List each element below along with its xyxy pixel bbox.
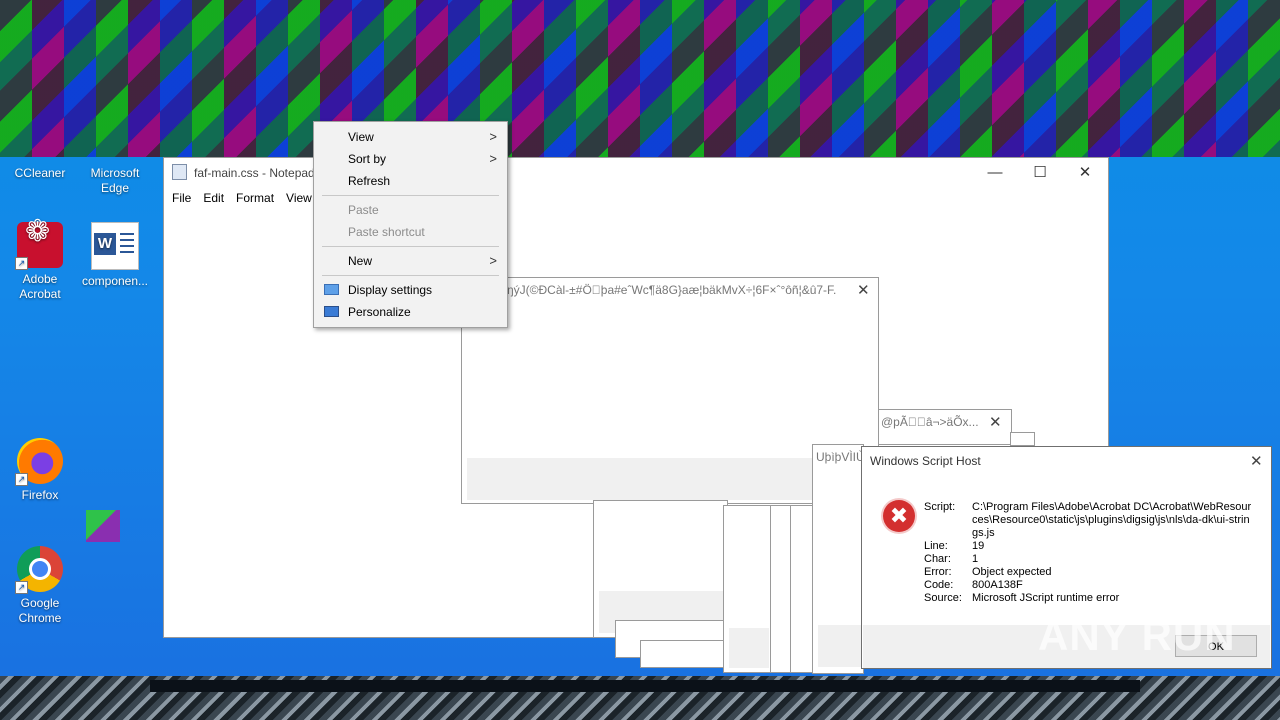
shortcut-arrow-icon: ↗ (15, 257, 28, 270)
error-icon: ✖ (883, 500, 915, 532)
menu-item-display-settings[interactable]: Display settings (314, 279, 507, 301)
google-chrome-icon: ↗ (15, 546, 63, 594)
dialog-title: Windows Script Host (870, 454, 981, 468)
desktop-icon-label: CCleaner (14, 166, 66, 180)
firefox-icon: ↗ (15, 438, 63, 486)
glitched-icon (86, 510, 120, 542)
menu-item-personalize[interactable]: Personalize (314, 301, 507, 323)
error-label: Error: (924, 566, 952, 578)
desktop-context-menu: View > Sort by > Refresh Paste Paste short… (313, 121, 508, 328)
desktop-icon-word-document[interactable]: W componen... (80, 222, 150, 289)
popup-title: @pÃ  â¬>äÕx... (881, 415, 979, 429)
source-label: Source: (924, 592, 962, 604)
line-value: 19 (972, 540, 985, 552)
shortcut-arrow-icon: ↗ (15, 581, 28, 594)
close-button[interactable]: ✕ (1062, 158, 1108, 188)
notepad-icon (172, 164, 187, 180)
desktop-icon-chrome[interactable]: ↗ Google Chrome (5, 546, 75, 626)
menu-item-label: Paste (348, 203, 379, 217)
menu-item-label: Display settings (348, 283, 433, 297)
close-icon[interactable]: ✕ (989, 413, 1002, 431)
char-value: 1 (972, 553, 979, 565)
personalize-icon (324, 306, 339, 317)
desktop-icon-label: Microsoft Edge (90, 166, 140, 195)
desktop-icon-label: componen... (81, 274, 149, 288)
error-details: Script: C:\Program Files\Adobe\Acrobat D… (924, 501, 1254, 605)
error-value: Object expected (972, 566, 1052, 578)
desktop-icon-label: Google Chrome (18, 596, 62, 625)
adobe-acrobat-icon: ↗ (15, 222, 63, 270)
menu-item-label: View (348, 130, 374, 144)
menu-item-new[interactable]: New > (314, 250, 507, 272)
menu-item-paste: Paste (314, 199, 507, 221)
notepad-menubar: File Edit Format View (164, 188, 318, 208)
error-popup-window[interactable] (1010, 432, 1035, 446)
minimize-button[interactable]: — (972, 158, 1018, 188)
popup-title: ŋýJ(©ÐCàl-±#Ö þa#eˆWc¶ä8G}aæ¦bäkMvX÷¦6F×… (507, 283, 837, 297)
taskbar (150, 680, 1140, 692)
maximize-button[interactable]: ☐ (1017, 158, 1063, 188)
line-label: Line: (924, 540, 948, 552)
desktop-icon-acrobat[interactable]: ↗ Adobe Acrobat (5, 222, 75, 302)
desktop-icon-edge[interactable]: Microsoft Edge (80, 166, 150, 196)
notepad-title: faf-main.css - Notepad (194, 166, 315, 180)
menu-file[interactable]: File (166, 191, 197, 205)
menu-item-label: Sort by (348, 152, 387, 166)
popup-footer (729, 628, 769, 668)
code-value: 800A138F (972, 579, 1023, 591)
error-popup-window[interactable] (640, 640, 730, 668)
shortcut-arrow-icon: ↗ (15, 473, 28, 486)
code-label: Code: (924, 579, 954, 591)
popup-title: UþìþVÌIÙ (816, 450, 864, 464)
menu-item-refresh[interactable]: Refresh (314, 170, 507, 192)
popup-footer (818, 625, 863, 667)
notepad-titlebar[interactable]: faf-main.css - Notepad (164, 158, 1108, 188)
desktop-icon-ccleaner[interactable]: CCleaner (5, 166, 75, 181)
desktop-icon-firefox[interactable]: ↗ Firefox (5, 438, 75, 503)
error-popup-window[interactable]: UþìþVÌIÙ (812, 444, 864, 674)
desktop-icon-label: Firefox (21, 488, 59, 502)
menu-item-label: New (348, 254, 373, 268)
menu-separator (322, 195, 499, 196)
anyrun-watermark: ANY RUN (1038, 612, 1236, 659)
chevron-right-icon: > (489, 151, 497, 166)
script-label: Script: (924, 501, 956, 513)
menu-item-label: Personalize (348, 305, 411, 319)
menu-item-sort-by[interactable]: Sort by > (314, 148, 507, 170)
error-popup-window[interactable] (593, 500, 728, 638)
glitched-wallpaper-top (0, 0, 1280, 157)
menu-edit[interactable]: Edit (197, 191, 230, 205)
chevron-right-icon: > (489, 129, 497, 144)
word-document-icon: W (91, 222, 139, 270)
menu-item-paste-shortcut: Paste shortcut (314, 221, 507, 243)
desktop-icon-label: Adobe Acrobat (19, 272, 61, 301)
source-value: Microsoft JScript runtime error (972, 592, 1120, 604)
menu-item-view[interactable]: View > (314, 126, 507, 148)
char-label: Char: (924, 553, 951, 565)
close-icon[interactable]: ✕ (1250, 452, 1263, 470)
display-icon (324, 284, 339, 295)
close-icon[interactable]: ✕ (857, 281, 870, 299)
menu-item-label: Refresh (348, 174, 391, 188)
menu-item-label: Paste shortcut (348, 225, 425, 239)
chevron-right-icon: > (489, 253, 497, 268)
error-popup-window[interactable] (723, 505, 773, 673)
menu-separator (322, 275, 499, 276)
menu-format[interactable]: Format (230, 191, 280, 205)
menu-separator (322, 246, 499, 247)
script-value: C:\Program Files\Adobe\Acrobat DC\Acroba… (972, 501, 1252, 539)
error-popup-window[interactable]: @pÃ  â¬>äÕx... ✕ (878, 409, 1012, 445)
